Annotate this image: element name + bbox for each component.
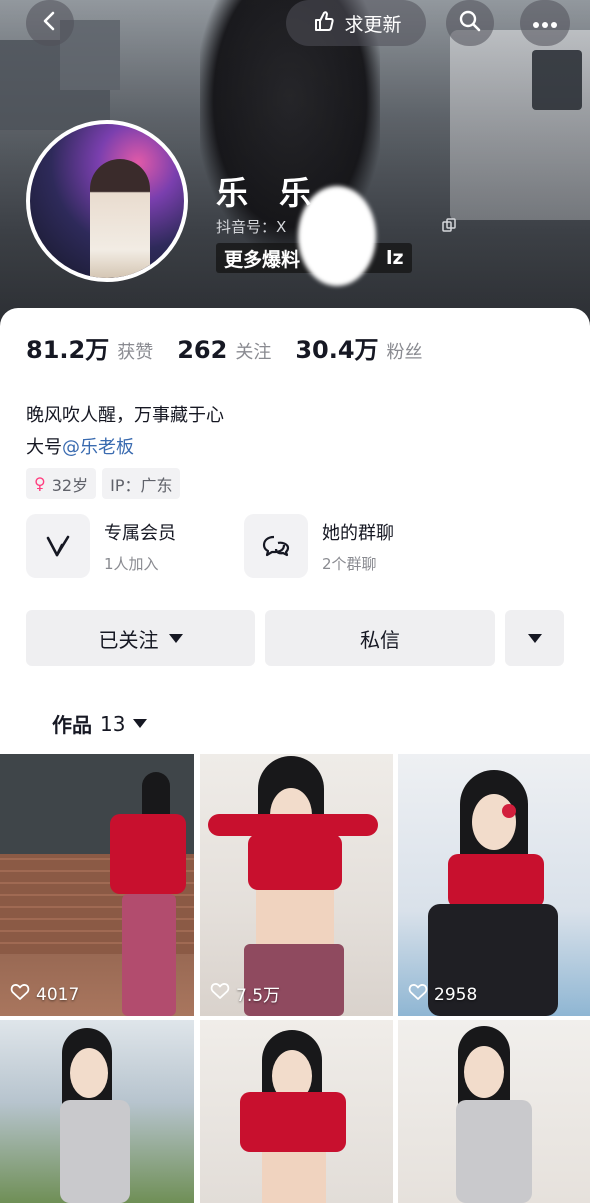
followed-label: 已关注 (98, 627, 159, 652)
likes-count-text: 7.5万 (236, 986, 281, 1006)
more-tag-suffix: lz (386, 247, 404, 269)
female-icon: ♀ (34, 474, 46, 493)
search-icon (458, 9, 482, 37)
bio-line-1: 晚风吹人醒，万事藏于心 (26, 405, 224, 426)
more-dots-icon (532, 14, 558, 33)
member-sub: 1人加入 (104, 554, 159, 573)
following-count[interactable]: 262 (177, 336, 227, 364)
message-button[interactable]: 私信 (265, 610, 495, 666)
heart-icon (10, 983, 30, 1006)
followers-label[interactable]: 粉丝 (387, 338, 423, 364)
caret-down-icon (527, 633, 542, 643)
bio-prefix: 大号 (26, 437, 62, 458)
video-likes: 2958 (408, 983, 477, 1006)
bio-line-2: 大号@乐老板 (26, 433, 134, 459)
video-thumbnail[interactable]: 4017 (0, 754, 194, 1016)
ip-text: IP：广东 (110, 475, 173, 495)
works-count: 13 (100, 711, 126, 736)
likes-count: 81.2万 (26, 336, 110, 364)
followed-button[interactable]: 已关注 (26, 610, 255, 666)
request-update-button[interactable]: 求更新 (286, 0, 426, 46)
exclusive-member-entry[interactable]: 专属会员 1人加入 (26, 514, 176, 578)
message-label: 私信 (360, 627, 400, 652)
caret-down-icon (168, 633, 183, 643)
video-thumbnail[interactable] (398, 1020, 590, 1203)
video-thumbnail[interactable]: 7.5万 (200, 754, 393, 1016)
works-label: 作品 (52, 713, 92, 737)
followers-count[interactable]: 30.4万 (295, 330, 378, 365)
chat-bubbles-icon (244, 514, 308, 578)
copy-icon (442, 217, 457, 236)
likes-count-text: 4017 (36, 984, 80, 1005)
member-v-icon (26, 514, 90, 578)
ip-tag: IP：广东 (102, 468, 181, 499)
caret-down-icon (133, 719, 148, 728)
likes-count-text: 2958 (434, 984, 478, 1005)
request-update-label: 求更新 (344, 13, 402, 36)
mention-link[interactable]: @乐老板 (62, 437, 134, 458)
group-sub: 2个群聊 (322, 554, 377, 573)
back-button[interactable] (26, 0, 74, 46)
member-title: 专属会员 (104, 522, 176, 544)
video-grid: 4017 7.5万 2958 (0, 754, 590, 1203)
more-tag-label: 更多爆料 (224, 248, 301, 271)
profile-tags: ♀ 32岁 IP：广东 (26, 468, 181, 499)
thumb-pointing-icon (310, 8, 336, 39)
video-likes: 7.5万 (210, 981, 280, 1006)
video-likes: 4017 (10, 983, 79, 1006)
likes-label: 获赞 (117, 342, 154, 363)
search-button[interactable] (446, 0, 494, 46)
age-tag: ♀ 32岁 (26, 468, 97, 499)
recommend-dropdown-button[interactable] (505, 610, 564, 666)
age-text: 32岁 (51, 475, 89, 495)
works-tab[interactable]: 作品 13 (52, 709, 148, 738)
privacy-blur (298, 186, 376, 286)
video-thumbnail[interactable] (200, 1020, 393, 1203)
heart-icon (408, 983, 428, 1006)
more-button[interactable] (520, 0, 570, 46)
stats-row: 81.2万 获赞 262 关注 30.4万 粉丝 (26, 330, 447, 365)
group-title: 她的群聊 (322, 522, 394, 544)
douyin-id-text: 抖音号：X (216, 218, 287, 236)
avatar[interactable] (26, 120, 188, 282)
following-label[interactable]: 关注 (235, 338, 271, 364)
chevron-left-icon (39, 10, 61, 36)
video-thumbnail[interactable] (0, 1020, 194, 1203)
video-thumbnail[interactable]: 2958 (398, 754, 590, 1016)
heart-icon (210, 982, 230, 1005)
group-chat-entry[interactable]: 她的群聊 2个群聊 (244, 514, 394, 578)
